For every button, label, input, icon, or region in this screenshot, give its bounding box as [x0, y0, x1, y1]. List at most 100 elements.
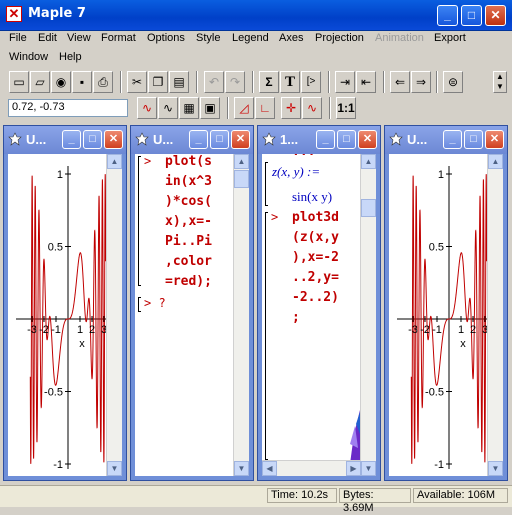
maple-leaf-icon[interactable]: ✕: [6, 6, 22, 22]
vertical-scrollbar[interactable]: ▲ ▼: [106, 154, 122, 476]
menu-projection[interactable]: Projection: [315, 32, 364, 44]
input-line[interactable]: x),x=-: [165, 214, 212, 229]
toolbar-separator: [252, 71, 254, 93]
open-url-icon[interactable]: ◉: [51, 71, 71, 93]
stop-icon[interactable]: ⊜: [443, 71, 463, 93]
menu-edit[interactable]: Edit: [38, 32, 57, 44]
back-icon[interactable]: ⇐: [390, 71, 410, 93]
window-maximize-button[interactable]: □: [464, 130, 483, 149]
save-icon[interactable]: ▪: [72, 71, 92, 93]
status-bar: Time: 10.2s Bytes: 3.69M Available: 106M: [0, 485, 512, 514]
paste-icon[interactable]: ▤: [169, 71, 189, 93]
vertical-scrollbar[interactable]: ▲ ▼: [233, 154, 249, 476]
point-style-icon[interactable]: ▣: [200, 97, 220, 119]
plot-area[interactable]: 1 0.5 -0.5 -1 -3 -2 -1 1 2 3 x ▲ ▼: [8, 154, 122, 476]
axes-none-icon[interactable]: ∿: [302, 97, 322, 119]
worksheet-area[interactable]: ... z(x, y) := sin(x y) > plot3d (z(x,y …: [262, 154, 376, 476]
minimize-button[interactable]: _: [437, 5, 458, 26]
grid-style-icon[interactable]: ▦: [179, 97, 199, 119]
window-minimize-button[interactable]: _: [316, 130, 335, 149]
window-maximize-button[interactable]: □: [337, 130, 356, 149]
outdent-icon[interactable]: ⇤: [356, 71, 376, 93]
input-line[interactable]: ,color: [165, 254, 212, 269]
print-icon[interactable]: ⎙: [93, 71, 113, 93]
input-line[interactable]: (z(x,y: [292, 230, 339, 245]
menu-legend[interactable]: Legend: [232, 32, 269, 44]
scale-1-1-icon[interactable]: 1:1: [336, 97, 356, 119]
scroll-down-button[interactable]: ▼: [234, 461, 249, 476]
open-icon[interactable]: ▱: [30, 71, 50, 93]
scroll-down-button[interactable]: ▼: [488, 461, 503, 476]
axes-boxed-icon[interactable]: ◿: [234, 97, 254, 119]
menu-format[interactable]: Format: [101, 32, 136, 44]
text-icon[interactable]: T: [280, 71, 300, 93]
menu-export[interactable]: Export: [434, 32, 466, 44]
axes-frame-icon[interactable]: ∟: [255, 97, 275, 119]
toolbar-scroll-icon[interactable]: ▲ ▼: [493, 71, 507, 93]
window-minimize-button[interactable]: _: [443, 130, 462, 149]
menu-help[interactable]: Help: [59, 51, 82, 63]
input-line[interactable]: plot3d: [292, 210, 339, 225]
x-tick-label: 1: [458, 324, 464, 336]
empty-prompt[interactable]: > ?: [144, 296, 166, 310]
toolbar-separator: [120, 71, 122, 93]
maple-leaf-icon: [8, 132, 22, 146]
scroll-right-button[interactable]: ▶: [346, 461, 361, 476]
copy-icon[interactable]: ❐: [148, 71, 168, 93]
input-line[interactable]: plot(s: [165, 154, 212, 169]
plot-area[interactable]: 1 0.5 -0.5 -1 -3 -2 -1 1 2 3 x ▲ ▼: [389, 154, 503, 476]
window-title: U...: [26, 132, 47, 147]
input-line[interactable]: -2..2): [292, 290, 339, 305]
cut-icon[interactable]: ✂: [127, 71, 147, 93]
scroll-thumb[interactable]: [234, 170, 249, 188]
vertical-scrollbar[interactable]: ▲ ▼: [360, 154, 376, 476]
input-line[interactable]: ;: [292, 310, 300, 325]
menu-options[interactable]: Options: [147, 32, 185, 44]
horizontal-scrollbar[interactable]: ◀ ▶: [262, 460, 361, 476]
window-maximize-button[interactable]: □: [83, 130, 102, 149]
axes-normal-icon[interactable]: ✛: [281, 97, 301, 119]
window-close-button[interactable]: ✕: [485, 130, 504, 149]
menu-axes[interactable]: Axes: [279, 32, 303, 44]
forward-icon[interactable]: ⇒: [411, 71, 431, 93]
redo-icon[interactable]: ↷: [225, 71, 245, 93]
y-tick-label: 0.5: [429, 242, 444, 254]
worksheet-area[interactable]: > plot(s in(x^3 )*cos( x),x=- Pi..Pi ,co…: [135, 154, 249, 476]
menu-file[interactable]: File: [9, 32, 27, 44]
window-close-button[interactable]: ✕: [231, 130, 250, 149]
menu-window[interactable]: Window: [9, 51, 48, 63]
vertical-scrollbar[interactable]: ▲ ▼: [487, 154, 503, 476]
scroll-left-button[interactable]: ◀: [262, 461, 277, 476]
scroll-up-button[interactable]: ▲: [361, 154, 376, 169]
menu-view[interactable]: View: [67, 32, 91, 44]
input-line[interactable]: ..2,y=: [292, 270, 339, 285]
exec-group-icon[interactable]: [>: [301, 71, 321, 93]
child-window-worksheet-2: 1... _ □ ✕ ... z(x, y) := sin(x y) > plo…: [257, 125, 381, 481]
maximize-button[interactable]: □: [461, 5, 482, 26]
scroll-down-button[interactable]: ▼: [361, 461, 376, 476]
window-minimize-button[interactable]: _: [62, 130, 81, 149]
scroll-down-button[interactable]: ▼: [107, 461, 122, 476]
input-line[interactable]: Pi..Pi: [165, 234, 212, 249]
window-close-button[interactable]: ✕: [104, 130, 123, 149]
new-icon[interactable]: ▭: [9, 71, 29, 93]
window-minimize-button[interactable]: _: [189, 130, 208, 149]
sum-icon[interactable]: Σ: [259, 71, 279, 93]
window-maximize-button[interactable]: □: [210, 130, 229, 149]
window-close-button[interactable]: ✕: [358, 130, 377, 149]
input-line[interactable]: in(x^3: [165, 174, 212, 189]
scroll-up-button[interactable]: ▲: [107, 154, 122, 169]
input-line[interactable]: ),x=-2: [292, 250, 339, 265]
scroll-thumb[interactable]: [361, 199, 376, 217]
input-line[interactable]: )*cos(: [165, 194, 212, 209]
scroll-up-button[interactable]: ▲: [488, 154, 503, 169]
input-line[interactable]: =red);: [165, 274, 212, 289]
undo-icon[interactable]: ↶: [204, 71, 224, 93]
indent-icon[interactable]: ⇥: [335, 71, 355, 93]
menu-style[interactable]: Style: [196, 32, 220, 44]
scroll-up-button[interactable]: ▲: [234, 154, 249, 169]
line-style-icon[interactable]: ∿: [137, 97, 157, 119]
y-tick-label: 1: [438, 169, 444, 181]
patch-style-icon[interactable]: ∿: [158, 97, 178, 119]
close-button[interactable]: ✕: [485, 5, 506, 26]
